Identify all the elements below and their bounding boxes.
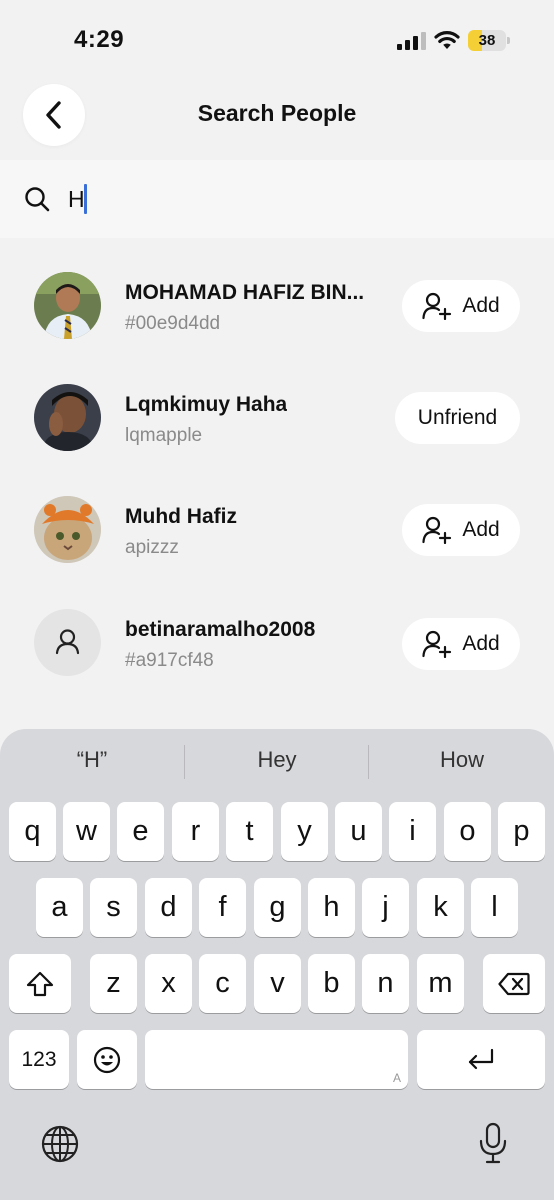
unfriend-button[interactable]: Unfriend	[395, 392, 520, 444]
add-friend-button[interactable]: Add	[402, 280, 520, 332]
return-icon	[468, 1048, 494, 1069]
suggestion-quoted[interactable]: “H”	[17, 747, 167, 773]
key-w[interactable]: w	[63, 802, 110, 861]
keyboard: “H” Hey How q w e r t y u i o p a s d f …	[0, 729, 554, 1200]
key-s[interactable]: s	[90, 878, 137, 937]
space-key-hint: A	[392, 1071, 401, 1085]
user-row[interactable]: Lqmkimuy Haha lqmapple Unfriend	[0, 362, 554, 474]
user-name: Lqmkimuy Haha	[125, 393, 288, 416]
key-c[interactable]: c	[199, 954, 246, 1013]
microphone-icon[interactable]	[478, 1122, 508, 1164]
key-x[interactable]: x	[145, 954, 192, 1013]
emoji-key[interactable]	[77, 1030, 137, 1089]
add-button-label: Add	[462, 294, 500, 317]
backspace-key[interactable]	[483, 954, 545, 1013]
key-k[interactable]: k	[417, 878, 464, 937]
user-row[interactable]: betinaramalho2008 #a917cf48 Add	[0, 586, 554, 698]
key-d[interactable]: d	[145, 878, 192, 937]
search-icon	[25, 187, 50, 212]
status-bar: 4:29 38	[0, 0, 554, 84]
suggestion-hey[interactable]: Hey	[202, 747, 352, 773]
user-name: Muhd Hafiz	[125, 505, 237, 528]
numbers-key[interactable]: 123	[9, 1030, 69, 1089]
status-time: 4:29	[74, 26, 125, 53]
user-name: betinaramalho2008	[125, 618, 316, 641]
shift-key[interactable]	[9, 954, 71, 1013]
key-l[interactable]: l	[471, 878, 518, 937]
shift-icon	[26, 971, 54, 996]
emoji-icon	[93, 1046, 121, 1073]
cellular-signal-icon	[397, 32, 426, 50]
predictive-bar: “H” Hey How	[0, 729, 554, 809]
key-j[interactable]: j	[362, 878, 409, 937]
user-row[interactable]: Muhd Hafiz apizzz Add	[0, 474, 554, 586]
add-button-label: Add	[462, 518, 500, 541]
key-r[interactable]: r	[172, 802, 219, 861]
key-f[interactable]: f	[199, 878, 246, 937]
person-icon	[55, 629, 80, 655]
add-friend-button[interactable]: Add	[402, 618, 520, 670]
user-handle: #a917cf48	[125, 650, 214, 671]
key-e[interactable]: e	[117, 802, 164, 861]
suggestion-how[interactable]: How	[387, 747, 537, 773]
default-avatar[interactable]	[34, 609, 101, 676]
user-avatar[interactable]	[34, 384, 101, 451]
user-name: MOHAMAD HAFIZ BIN...	[125, 281, 365, 304]
key-y[interactable]: y	[281, 802, 328, 861]
key-a[interactable]: a	[36, 878, 83, 937]
page-title: Search People	[197, 100, 357, 126]
add-button-label: Add	[462, 632, 500, 655]
user-avatar[interactable]	[34, 272, 101, 339]
key-h[interactable]: h	[308, 878, 355, 937]
key-g[interactable]: g	[254, 878, 301, 937]
space-key[interactable]: A	[145, 1030, 408, 1089]
add-person-icon	[422, 516, 452, 544]
add-person-icon	[422, 292, 452, 320]
add-person-icon	[422, 630, 452, 658]
text-cursor	[84, 184, 87, 214]
user-row[interactable]: MOHAMAD HAFIZ BIN... #00e9d4dd Add	[0, 250, 554, 362]
key-t[interactable]: t	[226, 802, 273, 861]
battery-level: 38	[478, 32, 496, 49]
key-z[interactable]: z	[90, 954, 137, 1013]
key-b[interactable]: b	[308, 954, 355, 1013]
battery-indicator: 38	[468, 30, 510, 51]
user-handle: apizzz	[125, 537, 179, 558]
key-n[interactable]: n	[362, 954, 409, 1013]
unfriend-button-label: Unfriend	[417, 406, 498, 429]
user-avatar[interactable]	[34, 496, 101, 563]
backspace-icon	[498, 972, 530, 995]
key-p[interactable]: p	[498, 802, 545, 861]
wifi-icon	[434, 31, 460, 49]
key-i[interactable]: i	[389, 802, 436, 861]
key-u[interactable]: u	[335, 802, 382, 861]
key-m[interactable]: m	[417, 954, 464, 1013]
globe-icon[interactable]	[40, 1124, 80, 1164]
return-key[interactable]	[417, 1030, 545, 1089]
add-friend-button[interactable]: Add	[402, 504, 520, 556]
key-q[interactable]: q	[9, 802, 56, 861]
key-v[interactable]: v	[254, 954, 301, 1013]
user-handle: #00e9d4dd	[125, 313, 221, 334]
user-handle: lqmapple	[125, 425, 203, 446]
search-input[interactable]	[68, 182, 528, 216]
key-o[interactable]: o	[444, 802, 491, 861]
